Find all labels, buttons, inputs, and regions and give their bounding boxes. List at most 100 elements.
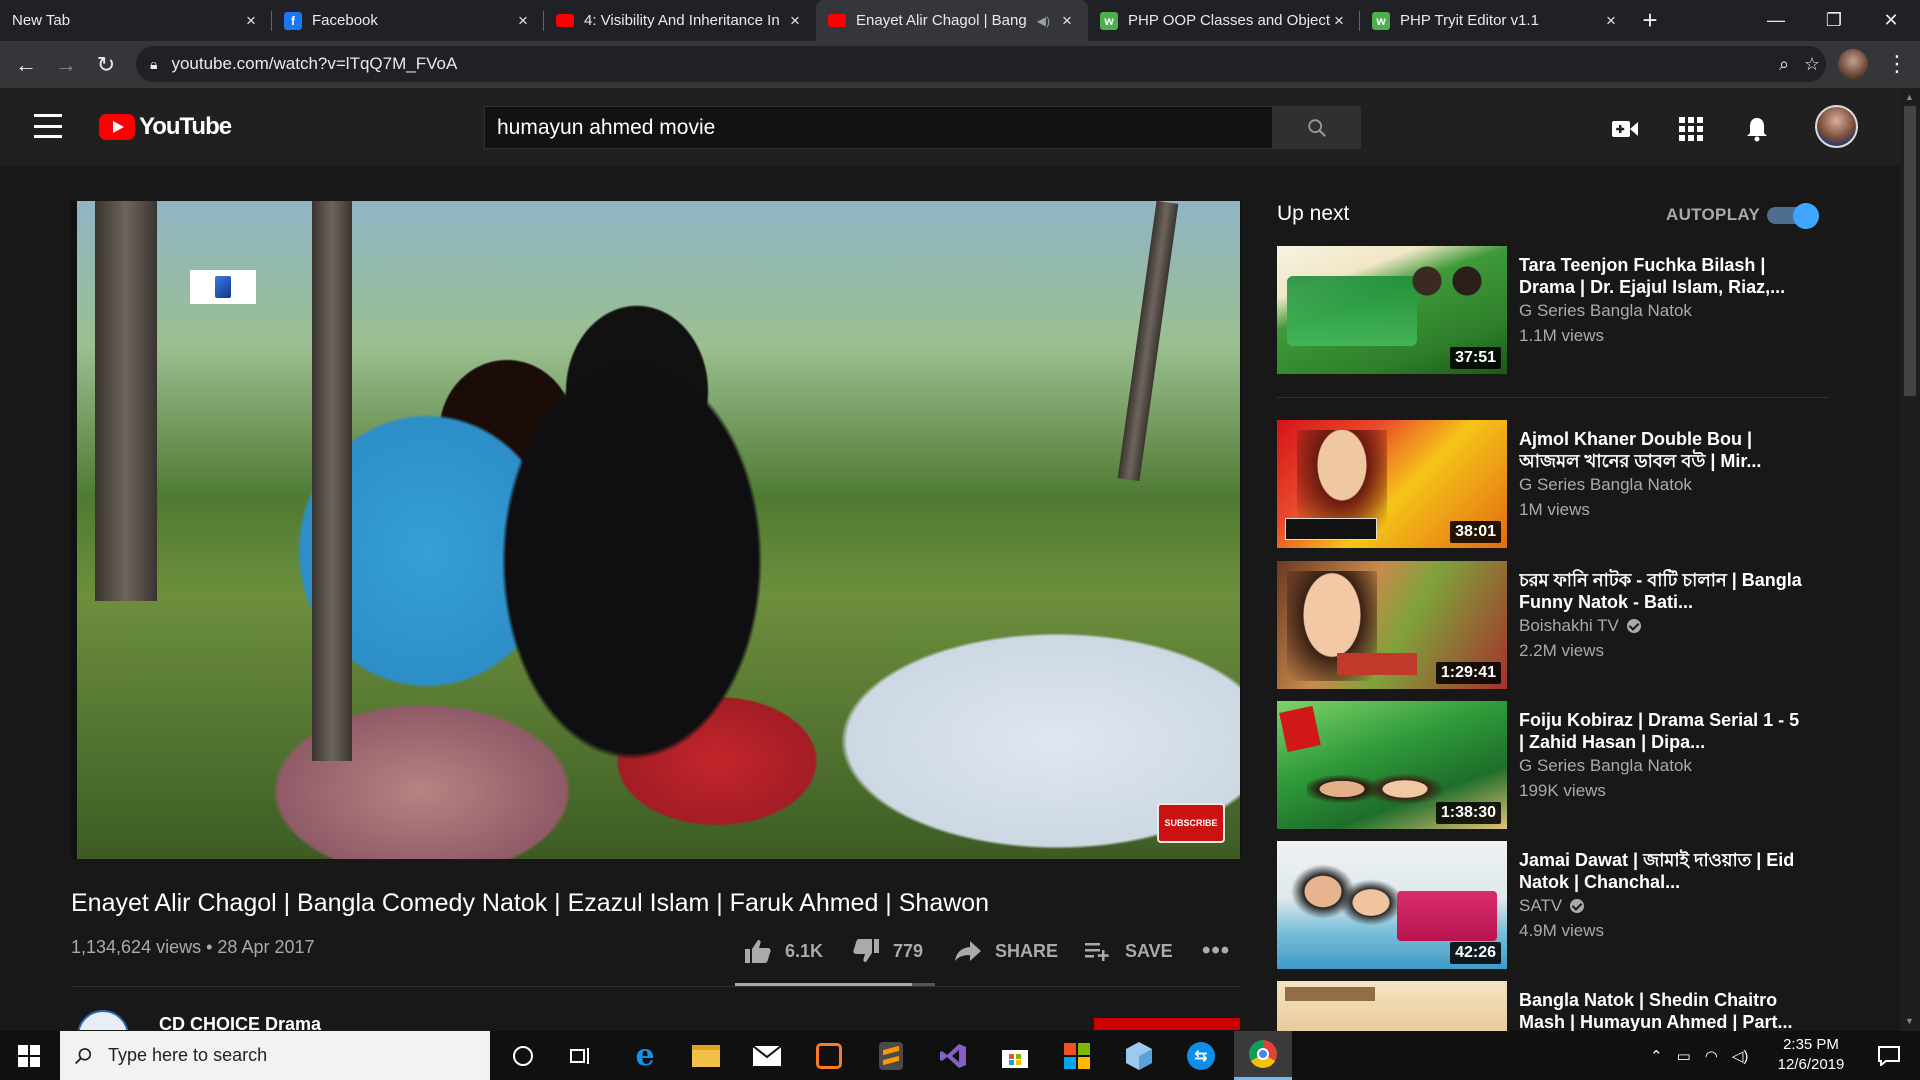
visual-studio-icon[interactable]: [924, 1031, 982, 1080]
cube-logo-icon: [215, 276, 231, 298]
back-arrow-icon[interactable]: ←: [6, 45, 46, 85]
youtube-wordmark: YouTube: [139, 113, 232, 140]
sublime-text-icon[interactable]: [862, 1031, 920, 1080]
tab-close-icon[interactable]: ×: [1058, 11, 1076, 30]
tab-enayet-alir-chagol[interactable]: Enayet Alir Chagol | Bang ◀) ×: [816, 0, 1088, 41]
teamviewer-icon[interactable]: ⇆: [1172, 1031, 1230, 1080]
hamburger-menu-icon[interactable]: [34, 114, 62, 138]
bookmark-star-icon[interactable]: ☆: [1800, 52, 1824, 76]
office-tiles-icon[interactable]: [1048, 1031, 1106, 1080]
save-button[interactable]: SAVE: [1085, 936, 1173, 966]
search-input[interactable]: [497, 115, 1272, 140]
rec-title[interactable]: Tara Teenjon Fuchka Bilash | Drama | Dr.…: [1519, 254, 1809, 298]
palm-trunk-graphic: [95, 201, 157, 601]
chrome-profile-avatar[interactable]: [1838, 49, 1868, 79]
reload-icon[interactable]: ↻: [86, 45, 126, 85]
duration-badge: 1:29:41: [1435, 662, 1501, 684]
address-url[interactable]: youtube.com/watch?v=lTqQ7M_FVoA: [171, 54, 457, 74]
video-thumbnail[interactable]: 37:51: [1277, 246, 1507, 374]
channel-name[interactable]: CD CHOICE Drama: [159, 1014, 321, 1030]
action-center-icon[interactable]: [1864, 1031, 1914, 1080]
recommended-video[interactable]: 1:29:41 চরম ফানি নাটক - বাটি চালান | Ban…: [1277, 561, 1837, 691]
cortana-circle-icon[interactable]: [494, 1031, 552, 1080]
subscribe-button[interactable]: SUBSCRIBE: [1094, 1018, 1240, 1030]
dislike-button[interactable]: 779: [853, 936, 923, 966]
video-thumbnail[interactable]: 1:29:41: [1277, 561, 1507, 689]
tab-new-tab[interactable]: New Tab ×: [0, 0, 272, 41]
chrome-menu-icon[interactable]: ⋮: [1882, 45, 1912, 83]
mail-icon[interactable]: [738, 1031, 796, 1080]
recommended-video[interactable]: 1:38:30 Foiju Kobiraz | Drama Serial 1 -…: [1277, 701, 1837, 831]
subscribe-overlay-button[interactable]: SUBSCRIBE: [1157, 803, 1225, 843]
video-thumbnail[interactable]: 38:01: [1277, 420, 1507, 548]
rec-title[interactable]: Jamai Dawat | জামাই দাওয়াত | Eid Natok …: [1519, 849, 1809, 893]
forward-arrow-icon[interactable]: →: [46, 45, 86, 85]
page-scrollbar[interactable]: ▲ ▼: [1900, 88, 1920, 1031]
video-thumbnail[interactable]: 42:26: [1277, 841, 1507, 969]
tab-close-icon[interactable]: ×: [242, 11, 260, 30]
new-tab-plus-icon[interactable]: +: [1632, 0, 1668, 41]
recommended-video[interactable]: 38:01 Ajmol Khaner Double Bou | আজমল খান…: [1277, 420, 1837, 550]
scroll-up-arrow-icon[interactable]: ▲: [1905, 92, 1915, 102]
tab-close-icon[interactable]: ×: [1602, 11, 1620, 30]
wifi-icon[interactable]: ◠: [1705, 1047, 1718, 1065]
3d-viewer-icon[interactable]: [1110, 1031, 1168, 1080]
zoom-icon[interactable]: ⌕: [1772, 52, 1796, 76]
account-avatar[interactable]: [1815, 105, 1858, 148]
video-thumbnail[interactable]: 1:38:30: [1277, 701, 1507, 829]
rec-channel-name: G Series Bangla Natok: [1519, 475, 1692, 494]
rec-title[interactable]: চরম ফানি নাটক - বাটি চালান | Bangla Funn…: [1519, 569, 1809, 613]
rec-title[interactable]: Foiju Kobiraz | Drama Serial 1 - 5 | Zah…: [1519, 709, 1809, 753]
scrollbar-thumb[interactable]: [1904, 106, 1916, 396]
rec-title[interactable]: Ajmol Khaner Double Bou | আজমল খানের ডাব…: [1519, 428, 1809, 472]
share-button[interactable]: SHARE: [955, 936, 1058, 966]
recommended-video[interactable]: 37:51 Tara Teenjon Fuchka Bilash | Drama…: [1277, 246, 1837, 376]
tab-visibility-inheritance[interactable]: 4: Visibility And Inheritance In ×: [544, 0, 816, 41]
battery-icon[interactable]: ▭: [1677, 1047, 1691, 1065]
tab-php-tryit[interactable]: w PHP Tryit Editor v1.1 ×: [1360, 0, 1632, 41]
search-button[interactable]: [1273, 106, 1361, 149]
restore-icon[interactable]: ❐: [1805, 0, 1863, 41]
show-hidden-icons-chevron-icon[interactable]: ⌃: [1650, 1047, 1663, 1065]
tab-close-icon[interactable]: ×: [1330, 11, 1348, 30]
channel-watermark[interactable]: [190, 270, 256, 304]
address-bar[interactable]: 🔒︎ youtube.com/watch?v=lTqQ7M_FVoA ⌕ ☆: [136, 46, 1826, 82]
tab-close-icon[interactable]: ×: [786, 11, 804, 30]
chrome-taskbar-icon[interactable]: [1234, 1031, 1292, 1080]
tab-close-icon[interactable]: ×: [514, 11, 532, 30]
minimize-icon[interactable]: —: [1747, 0, 1805, 41]
video-thumbnail[interactable]: [1277, 981, 1507, 1031]
upload-date: 28 Apr 2017: [217, 937, 315, 957]
xampp-icon[interactable]: [800, 1031, 858, 1080]
taskbar-search-box[interactable]: Type here to search: [60, 1031, 490, 1080]
rec-title[interactable]: Bangla Natok | Shedin Chaitro Mash | Hum…: [1519, 989, 1809, 1031]
more-actions-icon[interactable]: •••: [1202, 936, 1230, 966]
edge-browser-icon[interactable]: e: [616, 1031, 674, 1080]
scroll-down-arrow-icon[interactable]: ▼: [1905, 1016, 1915, 1026]
thumbnail-faces: [1297, 430, 1387, 530]
thumbnail-title-art: [1337, 653, 1417, 675]
volume-icon[interactable]: ◁): [1732, 1047, 1749, 1065]
file-explorer-icon[interactable]: [677, 1031, 735, 1080]
create-video-icon[interactable]: [1611, 115, 1639, 143]
thumbnail-faces: [1307, 751, 1447, 827]
close-window-icon[interactable]: ✕: [1862, 0, 1920, 41]
task-view-icon[interactable]: [552, 1031, 610, 1080]
taskbar-clock[interactable]: 2:35 PM 12/6/2019: [1766, 1035, 1856, 1075]
microsoft-store-icon[interactable]: [986, 1031, 1044, 1080]
like-button[interactable]: 6.1K: [745, 936, 823, 966]
speaker-icon[interactable]: ◀): [1037, 14, 1050, 28]
tab-facebook[interactable]: f Facebook ×: [272, 0, 544, 41]
apps-grid-icon[interactable]: [1677, 115, 1705, 143]
tab-php-oop[interactable]: w PHP OOP Classes and Objects ×: [1088, 0, 1360, 41]
recommended-video[interactable]: 42:26 Jamai Dawat | জামাই দাওয়াত | Eid …: [1277, 841, 1837, 971]
verified-check-icon: [1626, 619, 1641, 633]
windows-start-icon[interactable]: [0, 1031, 58, 1080]
notifications-bell-icon[interactable]: [1743, 115, 1771, 143]
autoplay-toggle[interactable]: [1767, 203, 1819, 229]
recommended-video[interactable]: Bangla Natok | Shedin Chaitro Mash | Hum…: [1277, 981, 1837, 1031]
channel-avatar[interactable]: [77, 1010, 129, 1030]
youtube-logo[interactable]: YouTube: [99, 113, 232, 141]
search-field[interactable]: [484, 106, 1273, 149]
video-player[interactable]: SUBSCRIBE: [71, 201, 1241, 859]
